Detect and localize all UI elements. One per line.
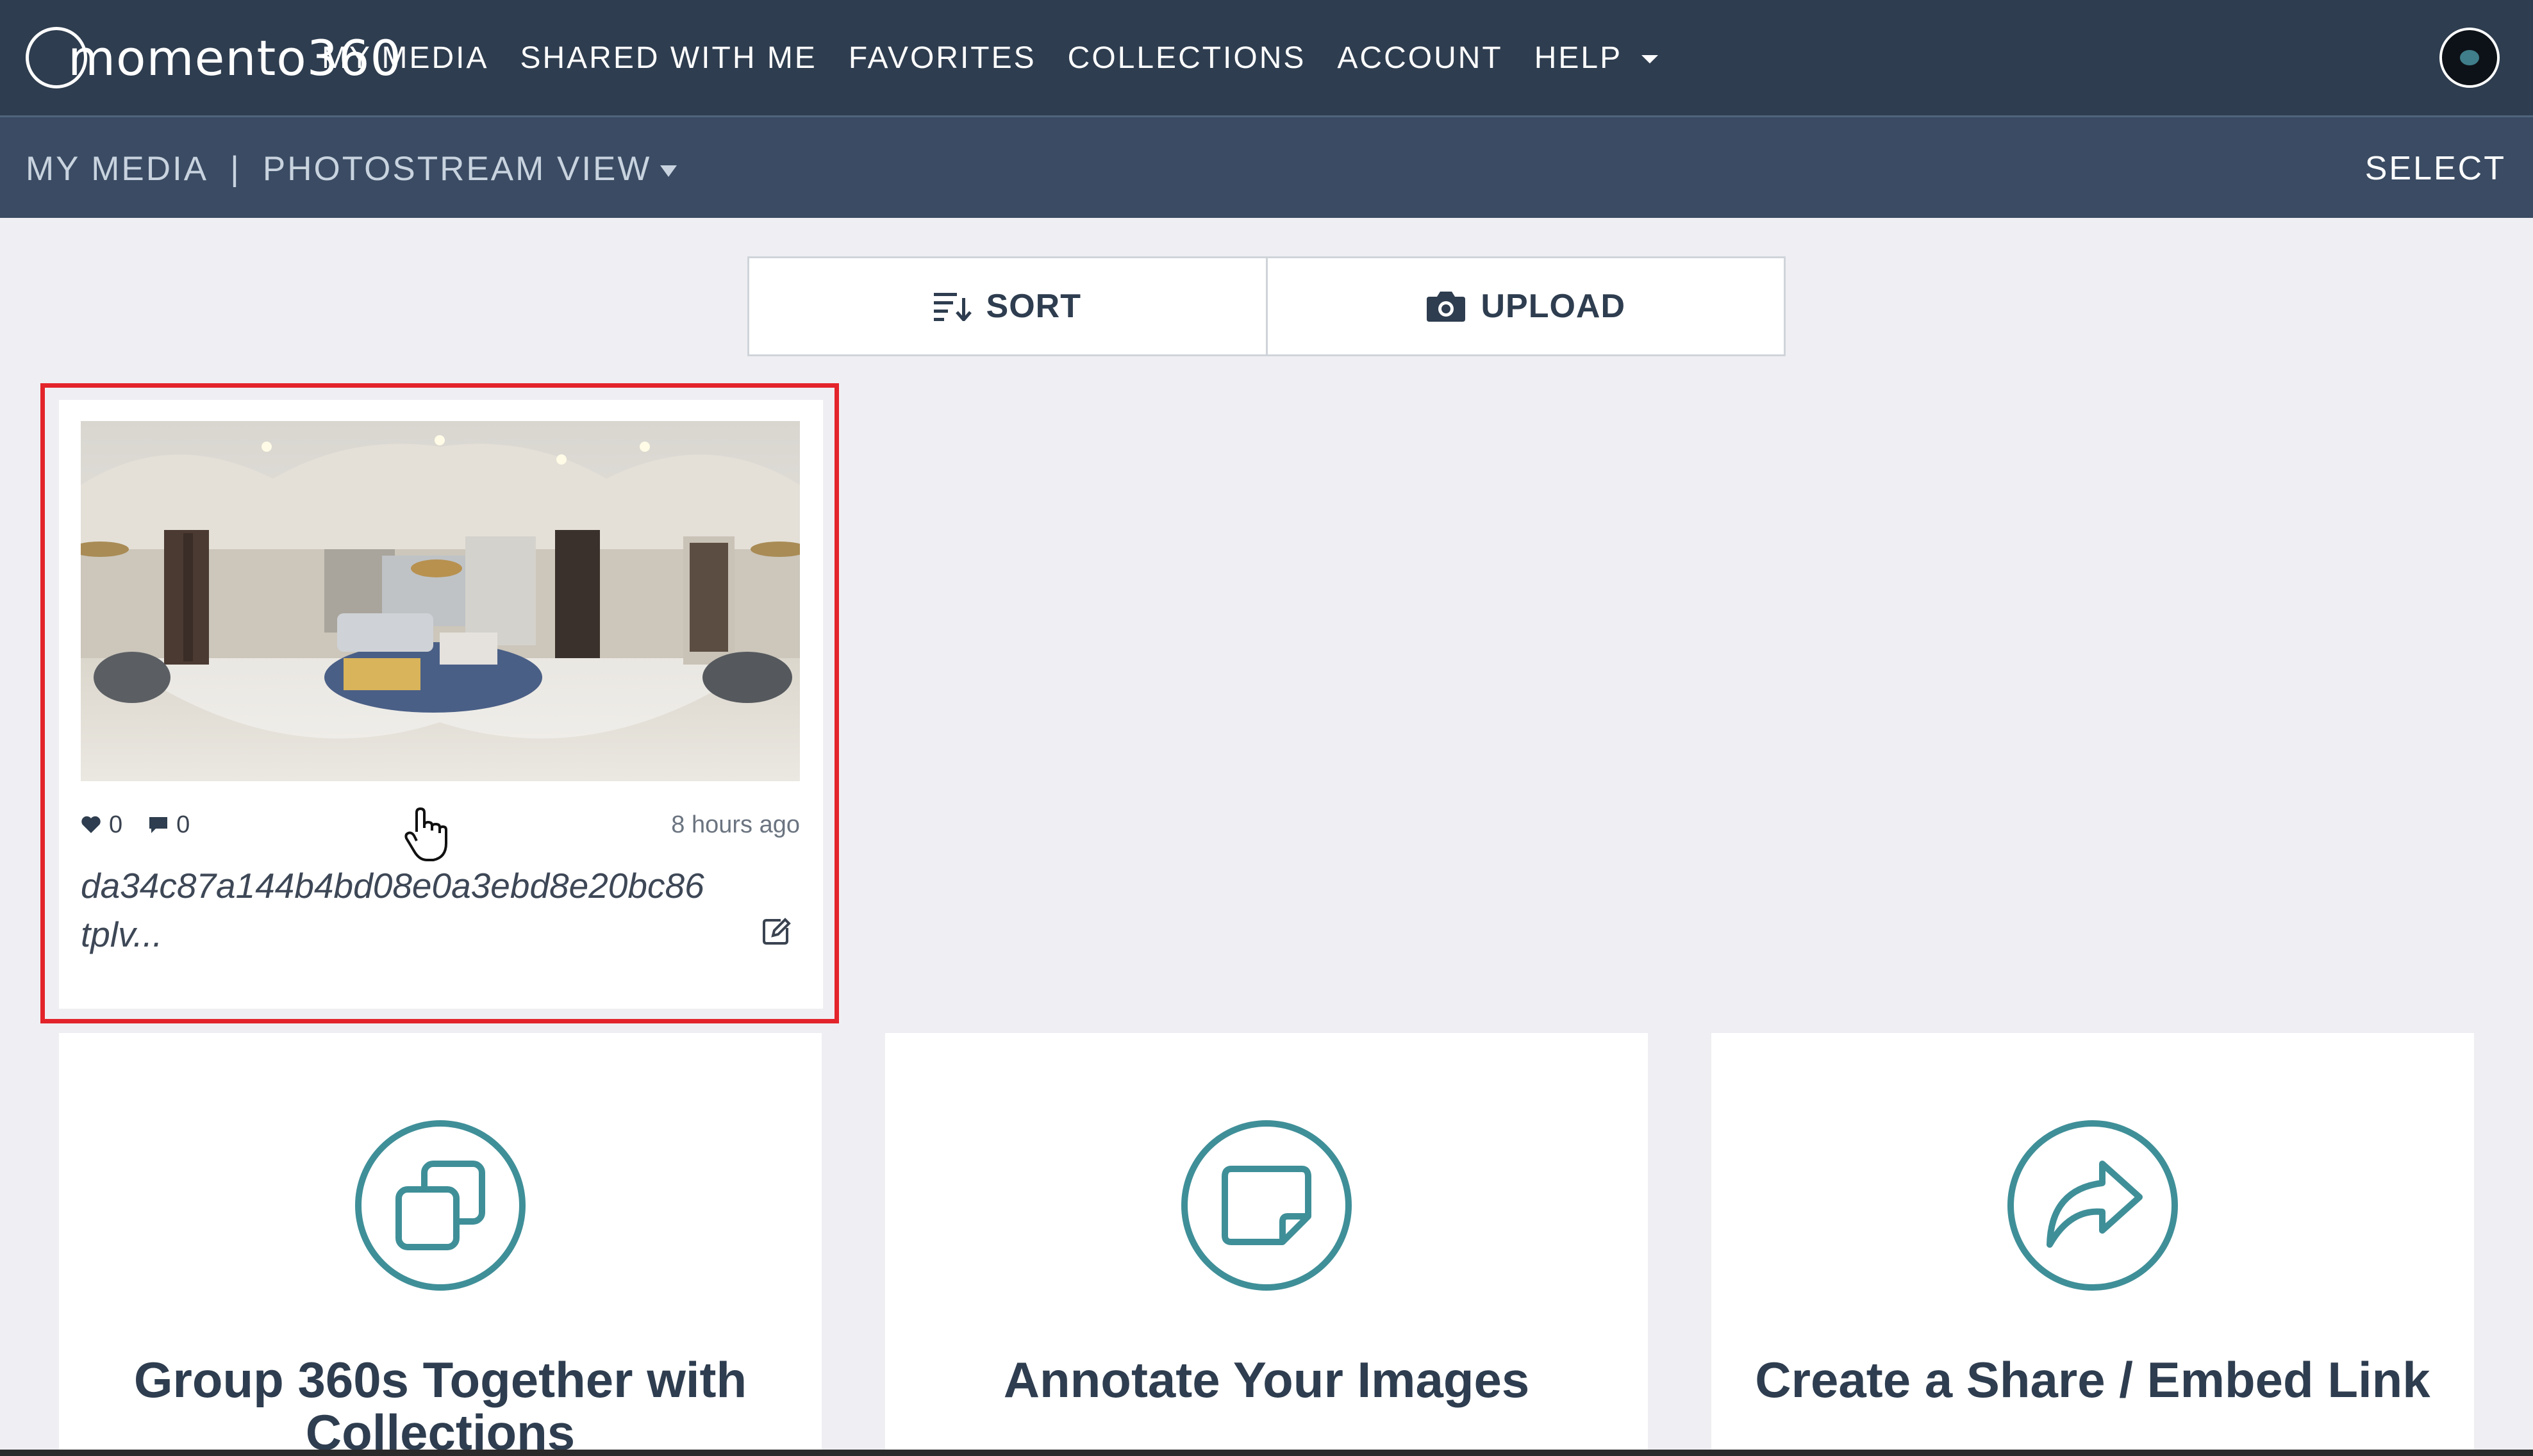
media-actions: SORT UPLOAD [747,256,1786,356]
upload-label: UPLOAD [1481,288,1626,325]
breadcrumb-section[interactable]: MY MEDIA [26,149,208,188]
note-icon [1181,1120,1352,1291]
nav-collections[interactable]: COLLECTIONS [1068,40,1306,76]
feature-title-annotate: Annotate Your Images [1003,1352,1530,1408]
heart-icon [81,816,101,833]
media-thumbnail-360[interactable] [81,421,800,781]
app-page: momento360 MY MEDIA SHARED WITH ME FAVOR… [0,0,2533,1456]
media-filename-line2: tplv... [81,914,163,954]
nav-help-label: HELP [1534,40,1623,75]
upload-button[interactable]: UPLOAD [1265,258,1784,354]
comment-icon [149,817,168,833]
panorama-image [81,421,800,781]
feature-title-share: Create a Share / Embed Link [1755,1352,2430,1408]
main-nav: MY MEDIA SHARED WITH ME FAVORITES COLLEC… [322,0,1690,115]
nav-account[interactable]: ACCOUNT [1337,40,1502,76]
breadcrumb: MY MEDIA | PHOTOSTREAM VIEW [26,117,677,220]
avatar-icon [2460,50,2479,65]
select-button[interactable]: SELECT [2365,117,2506,220]
sub-navbar: MY MEDIA | PHOTOSTREAM VIEW SELECT [0,115,2533,218]
comment-count[interactable]: 0 [148,811,190,839]
media-card[interactable]: 0 0 8 hours ago da34c87a144b4bd08e0a3ebd… [59,400,823,1009]
view-dropdown[interactable]: PHOTOSTREAM VIEW [263,149,677,188]
media-filename-line1: da34c87a144b4bd08e0a3ebd8e20bc86 [81,866,704,906]
caret-down-icon [660,165,677,177]
upload-time: 8 hours ago [671,811,800,838]
sort-label: SORT [986,288,1081,325]
edit-icon[interactable] [761,916,791,946]
top-navbar: momento360 MY MEDIA SHARED WITH ME FAVOR… [0,0,2533,115]
like-count[interactable]: 0 [81,811,122,839]
nav-my-media[interactable]: MY MEDIA [322,40,488,76]
hand-cursor-icon [404,807,447,861]
window-bottom-edge [0,1450,2533,1456]
share-icon [2007,1120,2178,1291]
nav-shared-with-me[interactable]: SHARED WITH ME [520,40,817,76]
like-count-value: 0 [109,811,123,838]
sort-button[interactable]: SORT [749,258,1266,354]
nav-favorites[interactable]: FAVORITES [849,40,1036,76]
sort-icon [933,293,972,321]
camera-icon [1427,292,1466,322]
feature-title-collections: Group 360s Together with Collections [133,1352,747,1456]
user-avatar[interactable] [2439,28,2500,88]
collections-icon [355,1120,526,1291]
nav-help[interactable]: HELP [1534,40,1659,76]
feature-card-share[interactable]: Create a Share / Embed Link [1711,1033,2474,1456]
media-filename[interactable]: da34c87a144b4bd08e0a3ebd8e20bc86 tplv... [81,861,747,959]
view-dropdown-label: PHOTOSTREAM VIEW [262,149,652,188]
chevron-down-icon [1641,55,1659,64]
feature-card-collections[interactable]: Group 360s Together with Collections [59,1033,822,1456]
comment-count-value: 0 [176,811,190,838]
breadcrumb-divider: | [230,149,241,188]
feature-card-annotate[interactable]: Annotate Your Images [885,1033,1648,1456]
